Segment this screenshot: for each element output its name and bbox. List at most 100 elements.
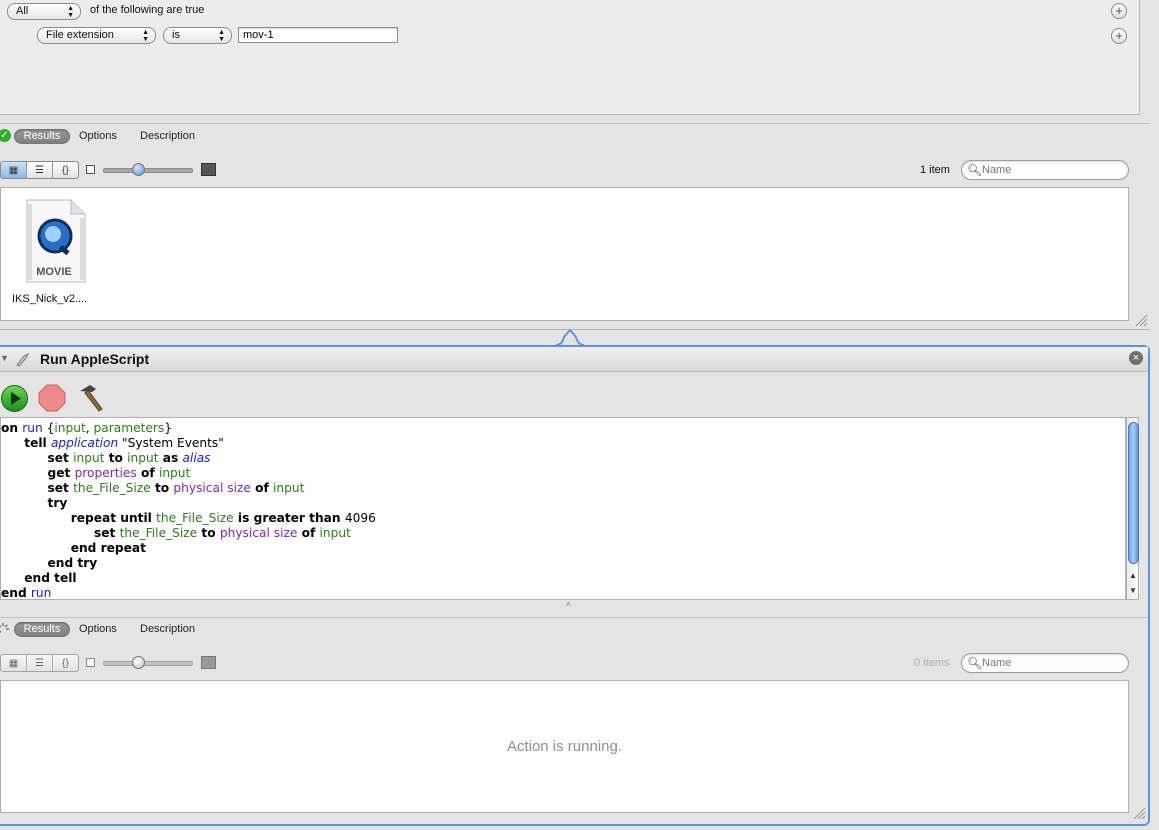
add-criteria-button[interactable]: + [1111, 3, 1127, 19]
progress-spinner-icon [0, 623, 9, 634]
code-token: to [197, 526, 220, 540]
action-title: Run AppleScript [40, 351, 150, 367]
filter-criteria-panel: All ▲ ▼ of the following are true + File … [0, 0, 1140, 115]
code-token: application [50, 436, 119, 450]
resize-grip-icon[interactable] [1136, 315, 1147, 326]
add-row-button[interactable]: + [1111, 28, 1127, 44]
code-token: input [273, 481, 305, 495]
code-token: run [22, 421, 43, 435]
code-token: on [1, 421, 23, 435]
code-token: the_File_Size [73, 481, 151, 495]
popup-arrows-icon: ▲ ▼ [142, 28, 149, 43]
tab-results[interactable]: Results [14, 622, 70, 637]
scroll-down-arrow-icon[interactable]: ▼ [1129, 586, 1137, 595]
view-mode-segmented[interactable]: ▦ ☰ {} [0, 654, 79, 672]
code-token: , [85, 421, 94, 435]
code-token: } [164, 421, 172, 435]
list-view-icon[interactable]: ☰ [27, 655, 53, 671]
magnifier-icon: 🔍︎ [967, 163, 983, 177]
icon-size-slider-knob[interactable] [132, 163, 146, 176]
code-token: to [150, 481, 174, 495]
success-check-icon: ✓ [0, 129, 11, 142]
code-line: end try [1, 556, 1125, 571]
icon-view-icon[interactable]: ▦ [1, 162, 27, 178]
code-token: to [104, 451, 128, 465]
icon-view-icon[interactable]: ▦ [1, 655, 27, 671]
code-token: input [158, 466, 191, 480]
match-mode-popup[interactable]: All ▲ ▼ [7, 3, 81, 20]
results-section-top: ✓ Results Options Description ▦ ☰ {} 1 i… [0, 123, 1150, 330]
code-line: repeat until the_File_Size is greater th… [1, 511, 1125, 526]
code-token: tell [24, 436, 51, 450]
icon-size-slider-knob[interactable] [132, 656, 146, 669]
code-line: end repeat [1, 541, 1125, 556]
code-line: end run [1, 586, 1125, 600]
code-token: physical size [219, 526, 298, 540]
code-token: { [42, 421, 55, 435]
search-input[interactable]: 🔍︎ Name [961, 653, 1129, 673]
code-token: of [136, 466, 159, 480]
code-line: set input to input as alias [1, 451, 1125, 466]
match-mode-suffix: of the following are true [90, 4, 205, 16]
running-message: Action is running. [506, 738, 623, 755]
movie-badge: MOVIE [36, 266, 72, 278]
view-mode-segmented[interactable]: ▦ ☰ {} [0, 161, 79, 179]
icon-size-slider[interactable] [103, 168, 193, 173]
list-view-icon[interactable]: ☰ [27, 162, 53, 178]
stop-script-button[interactable] [38, 384, 66, 412]
run-applescript-action: ▼ Run AppleScript × on run {input, param… [0, 345, 1150, 826]
code-token: end try [47, 556, 98, 570]
code-token: end tell [24, 571, 77, 585]
tab-results[interactable]: Results [14, 129, 70, 144]
compile-hammer-icon[interactable] [74, 383, 106, 413]
code-token: "System Events" [118, 436, 224, 450]
disclosure-triangle-icon[interactable]: ▼ [0, 353, 9, 363]
run-script-button[interactable] [1, 385, 28, 412]
search-placeholder: Name [982, 657, 1012, 669]
action-header: ▼ Run AppleScript × [0, 347, 1148, 372]
code-token: set [47, 481, 74, 495]
code-token: of [297, 526, 320, 540]
scrollbar-thumb[interactable] [1128, 422, 1139, 564]
large-icon-size-icon [201, 656, 216, 669]
criteria-value-field[interactable] [238, 27, 398, 43]
code-view-icon[interactable]: {} [53, 655, 78, 671]
tab-options[interactable]: Options [79, 622, 117, 637]
tab-description[interactable]: Description [140, 129, 195, 144]
results-list: MOVIE IKS_Nick_v2.... [0, 187, 1129, 321]
code-token: as [158, 451, 183, 465]
script-editor[interactable]: on run {input, parameters} tell applicat… [0, 417, 1126, 600]
code-token: properties [74, 466, 137, 480]
attribute-popup[interactable]: File extension ▲ ▼ [37, 27, 156, 44]
code-token: input [54, 421, 86, 435]
operator-popup[interactable]: is ▲ ▼ [163, 27, 232, 44]
code-token: end [1, 586, 31, 600]
scroll-up-arrow-icon[interactable]: ▲ [1129, 571, 1137, 580]
operator-value: is [172, 29, 180, 41]
close-action-icon[interactable]: × [1129, 351, 1143, 365]
script-action-icon [16, 352, 30, 367]
split-handle-icon[interactable]: ˄ [566, 600, 571, 609]
code-token: of [250, 481, 274, 495]
icon-size-slider[interactable] [103, 661, 193, 666]
search-input[interactable]: 🔍︎ Name [961, 160, 1129, 180]
resize-grip-icon[interactable] [1134, 808, 1145, 819]
tab-description[interactable]: Description [140, 622, 195, 637]
magnifier-icon: 🔍︎ [967, 656, 983, 670]
tab-options[interactable]: Options [79, 129, 117, 144]
code-view-icon[interactable]: {} [53, 162, 78, 178]
editor-scrollbar[interactable]: ▲ ▼ [1126, 417, 1139, 600]
divider [0, 617, 1148, 618]
code-token: set [93, 526, 120, 540]
action-connector-icon [556, 328, 584, 346]
file-item[interactable]: MOVIE IKS_Nick_v2.... [11, 196, 101, 306]
code-token: is greater than [233, 511, 345, 525]
code-token: get [47, 466, 75, 480]
code-line: on run {input, parameters} [1, 421, 1125, 436]
